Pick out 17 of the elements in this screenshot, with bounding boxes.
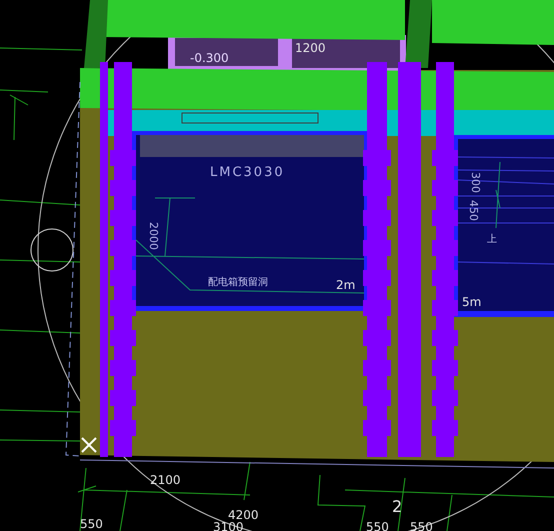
origin-x-icon [81,437,97,453]
dimension-text: 1200 [295,41,326,55]
dimension-text: 450 [467,200,480,221]
annotation-text: 上 [487,234,497,245]
dimension-text: 3100 [213,520,244,531]
dimension-text: 4200 [228,508,259,522]
dimension-text: 2100 [150,473,181,487]
dimension-text: 2m [336,278,356,292]
dimension-text: -0.300 [190,51,229,65]
dimension-text: 5m [462,295,482,309]
dimension-text: 2 [392,497,402,516]
window-tag: LMC3030 [210,165,285,180]
dimension-text: 550 [366,520,389,531]
dimension-text: 2000 [147,222,160,250]
annotation-text: 配电箱预留洞 [208,277,268,288]
dimension-text: 300 [469,172,482,193]
dimension-text: 550 [80,517,103,531]
